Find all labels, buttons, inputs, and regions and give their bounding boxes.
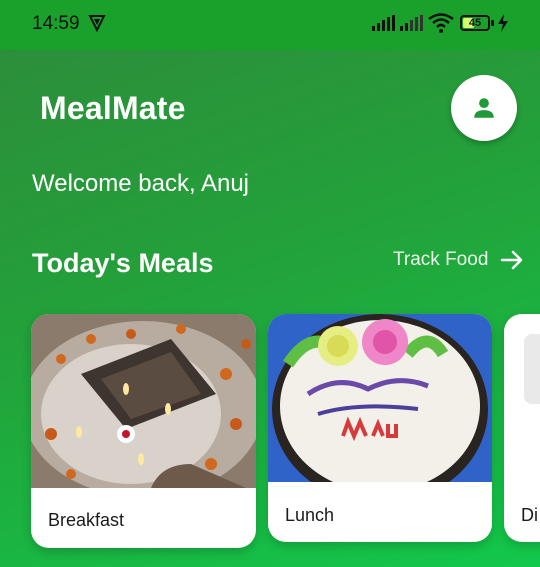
- meal-label: Breakfast: [48, 510, 125, 530]
- dinner-photo: [504, 314, 540, 484]
- status-time: 14:59: [32, 13, 80, 34]
- meal-card-lunch[interactable]: Lunch: [268, 314, 492, 542]
- signal-icon: [372, 15, 395, 31]
- track-food-label: Track Food: [393, 249, 489, 270]
- person-icon: [474, 98, 494, 118]
- battery-icon: 45: [460, 15, 490, 31]
- arrow-right-icon: [501, 250, 523, 270]
- meal-label: Di: [521, 505, 538, 525]
- battery-tip: [491, 20, 494, 26]
- wifi-icon: [428, 13, 454, 33]
- battery-level: 45: [468, 17, 482, 29]
- meal-label: Lunch: [285, 505, 335, 525]
- welcome-text: Welcome back, Anuj: [32, 170, 249, 197]
- meal-cards-row: Breakfast Lunch Di: [0, 312, 540, 567]
- charging-icon: [498, 14, 508, 32]
- breakfast-photo: [31, 314, 256, 488]
- meal-card-dinner[interactable]: Di: [504, 314, 540, 542]
- status-bar: 14:59 45: [0, 0, 540, 50]
- meal-card-breakfast[interactable]: Breakfast: [31, 314, 256, 548]
- vpn-icon: [88, 15, 106, 32]
- profile-button[interactable]: [451, 75, 517, 141]
- lunch-photo: [268, 314, 492, 482]
- signal-icon: [400, 15, 423, 31]
- section-title: Today's Meals: [32, 248, 214, 278]
- app-title: MealMate: [40, 90, 186, 126]
- track-food-link[interactable]: Track Food: [393, 249, 524, 271]
